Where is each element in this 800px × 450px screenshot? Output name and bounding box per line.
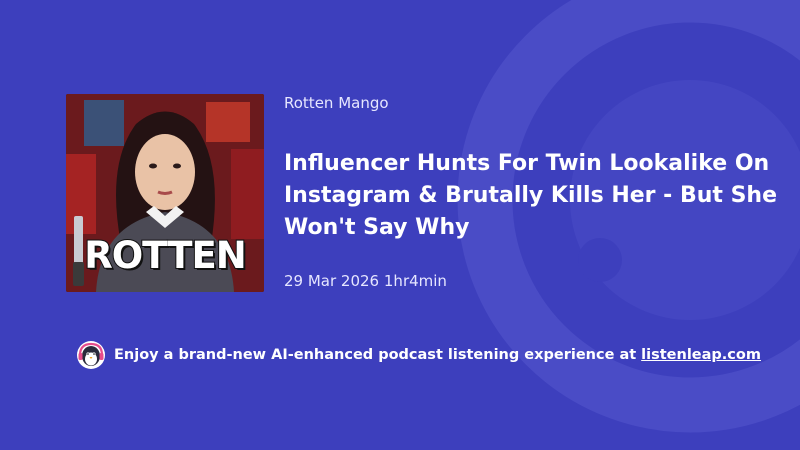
episode-duration: 1hr4min (383, 272, 447, 290)
episode-meta: 29 Mar 2026 1hr4min (284, 272, 447, 290)
episode-title[interactable]: Influencer Hunts For Twin Lookalike On I… (284, 148, 784, 244)
penguin-headphones-icon (77, 341, 105, 369)
promo-banner: Enjoy a brand-new AI-enhanced podcast li… (76, 340, 761, 370)
cover-title: ROTTEN (83, 233, 248, 278)
podcast-cover-art: ROTTEN (66, 94, 264, 292)
promo-link[interactable]: listenleap.com (641, 347, 761, 363)
promo-text: Enjoy a brand-new AI-enhanced podcast li… (114, 347, 637, 363)
podcast-name[interactable]: Rotten Mango (284, 94, 389, 112)
episode-date: 29 Mar 2026 (284, 272, 380, 290)
